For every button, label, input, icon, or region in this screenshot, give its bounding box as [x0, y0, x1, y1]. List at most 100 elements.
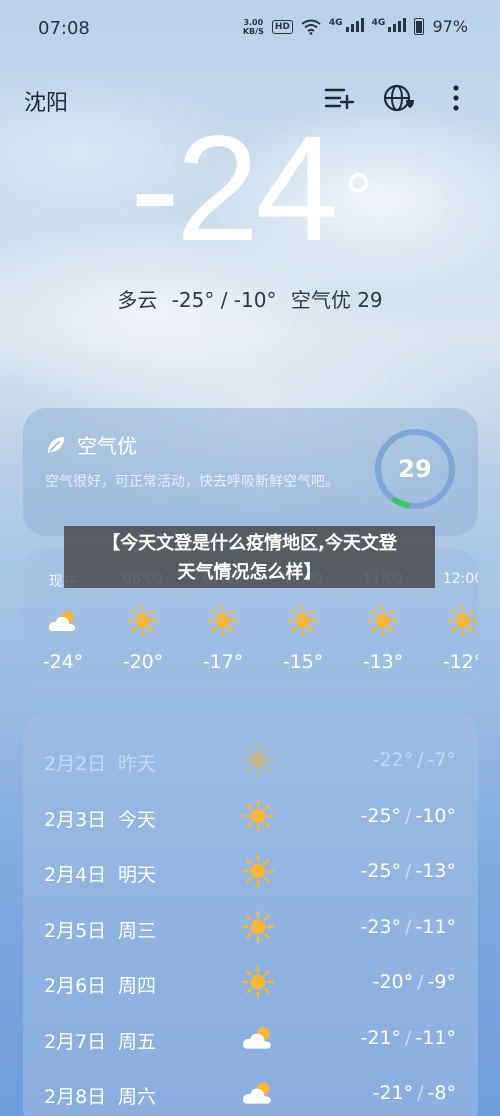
hourly-temp: -17°	[202, 651, 244, 673]
hourly-temp: -12°	[442, 651, 478, 673]
hourly-temp: -13°	[362, 651, 404, 673]
sunny-icon	[241, 743, 275, 777]
daily-weekday: 昨天	[118, 753, 157, 775]
range-separator: /	[405, 1026, 412, 1049]
current-aqi[interactable]: 空气优 29	[291, 288, 383, 312]
daily-range: -22° / -7°	[373, 749, 456, 771]
aqi-card[interactable]: 空气优 空气很好，可正常活动，快去呼吸新鲜空气吧。 29	[23, 408, 478, 536]
daily-date: 2月2日	[44, 753, 107, 775]
aqi-title: 空气优	[45, 430, 137, 459]
range-separator: /	[405, 860, 412, 882]
sunny-icon	[367, 605, 399, 637]
daily-weekday: 周四	[118, 975, 157, 997]
sunny-icon	[241, 965, 275, 999]
range-separator: /	[417, 971, 424, 993]
sunny-icon	[447, 605, 478, 637]
daily-low: -8°	[427, 1082, 456, 1104]
net-speed-value: 3.00	[243, 17, 264, 27]
daily-row[interactable]: 2月7日 周五 -21° / -11°	[23, 1019, 478, 1059]
daily-range: -20° / -9°	[373, 971, 456, 993]
sunny-icon	[241, 910, 275, 944]
net-speed: 3.00 KB/S	[243, 18, 264, 36]
city-name[interactable]: 沈阳	[24, 85, 68, 117]
sunny-icon	[127, 605, 159, 637]
current-range: -25° / -10°	[171, 288, 277, 312]
sunny-icon	[241, 854, 275, 888]
daily-forecast-card[interactable]: 2月2日 昨天 -22° / -7° 2月3日 今天 -25° / -10° 2月4日 …	[23, 712, 478, 1116]
daily-high: -21°	[360, 1026, 402, 1049]
daily-low: -13°	[415, 860, 456, 882]
daily-row[interactable]: 2月5日 周三 -23° / -11°	[23, 908, 478, 948]
aqi-gauge: 29	[372, 426, 458, 512]
daily-date: 2月6日	[44, 975, 107, 997]
daily-date: 2月7日	[44, 1030, 107, 1053]
range-separator: /	[405, 915, 412, 938]
signal-1-label: 4G	[328, 18, 343, 28]
daily-date: 2月8日	[44, 1086, 107, 1108]
daily-high: -22°	[372, 749, 414, 771]
current-temperature: -24 °	[130, 108, 373, 268]
net-speed-unit: KB/S	[242, 26, 264, 36]
aqi-description: 空气很好，可正常活动，快去呼吸新鲜空气吧。	[45, 474, 339, 490]
hourly-temp: -20°	[122, 651, 164, 673]
aqi-title-label: 空气优	[77, 434, 137, 458]
daily-weekday: 周六	[118, 1086, 157, 1108]
signal-bars-icon	[388, 18, 407, 32]
sunny-icon	[207, 605, 239, 637]
daily-date: 2月4日	[44, 864, 107, 886]
daily-range: -23° / -11°	[361, 916, 457, 938]
signal-1: 4G	[329, 18, 364, 35]
globe-icon[interactable]	[382, 82, 414, 114]
daily-high: -20°	[372, 971, 414, 993]
hd-badge: HD	[271, 19, 293, 34]
signal-bars-icon	[345, 18, 364, 32]
daily-range: -25° / -10°	[361, 805, 457, 827]
signal-2-label: 4G	[371, 18, 386, 28]
degree-symbol: °	[344, 159, 373, 237]
daily-high: -21°	[372, 1082, 414, 1104]
range-separator: /	[405, 804, 412, 827]
daily-low: -10°	[415, 804, 456, 827]
sunny-icon	[241, 799, 275, 833]
daily-high: -23°	[360, 915, 402, 938]
daily-row[interactable]: 2月4日 明天 -25° / -13°	[23, 852, 478, 892]
daily-weekday: 明天	[118, 864, 157, 886]
range-separator: /	[417, 749, 424, 771]
daily-low: -11°	[415, 915, 456, 938]
banner-line-2: 天气情况怎么样】	[177, 562, 322, 583]
daily-row[interactable]: 2月3日 今天 -25° / -10°	[23, 797, 478, 837]
daily-weekday: 今天	[118, 808, 157, 831]
status-bar: 07:08 3.00 KB/S HD 4G 4G 97%	[0, 0, 500, 56]
status-time: 07:08	[38, 18, 90, 39]
banner-line-1: 【今天文登是什么疫情地区,今天文登	[102, 533, 397, 554]
sunny-icon	[287, 605, 319, 637]
battery-icon	[414, 18, 425, 35]
hourly-temp: -24°	[42, 651, 84, 673]
status-icons: 3.00 KB/S HD 4G 4G 97%	[243, 17, 468, 36]
current-temperature-value: -24	[130, 104, 339, 272]
partly-cloudy-icon	[241, 1076, 275, 1110]
partly-cloudy-icon	[241, 1021, 275, 1055]
daily-high: -25°	[360, 860, 402, 882]
daily-low: -7°	[427, 749, 456, 771]
daily-row[interactable]: 2月6日 周四 -20° / -9°	[23, 963, 478, 1003]
daily-low: -11°	[415, 1026, 456, 1049]
overlay-banner: 【今天文登是什么疫情地区,今天文登 天气情况怎么样】	[64, 526, 435, 588]
daily-weekday: 周五	[118, 1030, 157, 1053]
daily-range: -21° / -8°	[373, 1082, 456, 1104]
current-summary: 多云 -25° / -10° 空气优 29	[0, 284, 500, 313]
wifi-icon	[301, 19, 321, 35]
daily-row[interactable]: 2月2日 昨天 -22° / -7°	[23, 741, 478, 781]
battery-level: 97%	[432, 17, 468, 36]
range-separator: /	[417, 1082, 424, 1104]
daily-range: -25° / -13°	[361, 860, 457, 882]
daily-range: -21° / -11°	[361, 1027, 457, 1049]
daily-date: 2月5日	[44, 919, 107, 942]
daily-row[interactable]: 2月8日 周六 -21° / -8°	[23, 1074, 478, 1114]
daily-high: -25°	[360, 804, 402, 827]
daily-weekday: 周三	[118, 919, 157, 942]
leaf-icon	[48, 436, 64, 453]
current-condition: 多云	[117, 288, 158, 312]
hourly-temp: -15°	[282, 651, 324, 673]
more-icon[interactable]	[440, 82, 472, 114]
